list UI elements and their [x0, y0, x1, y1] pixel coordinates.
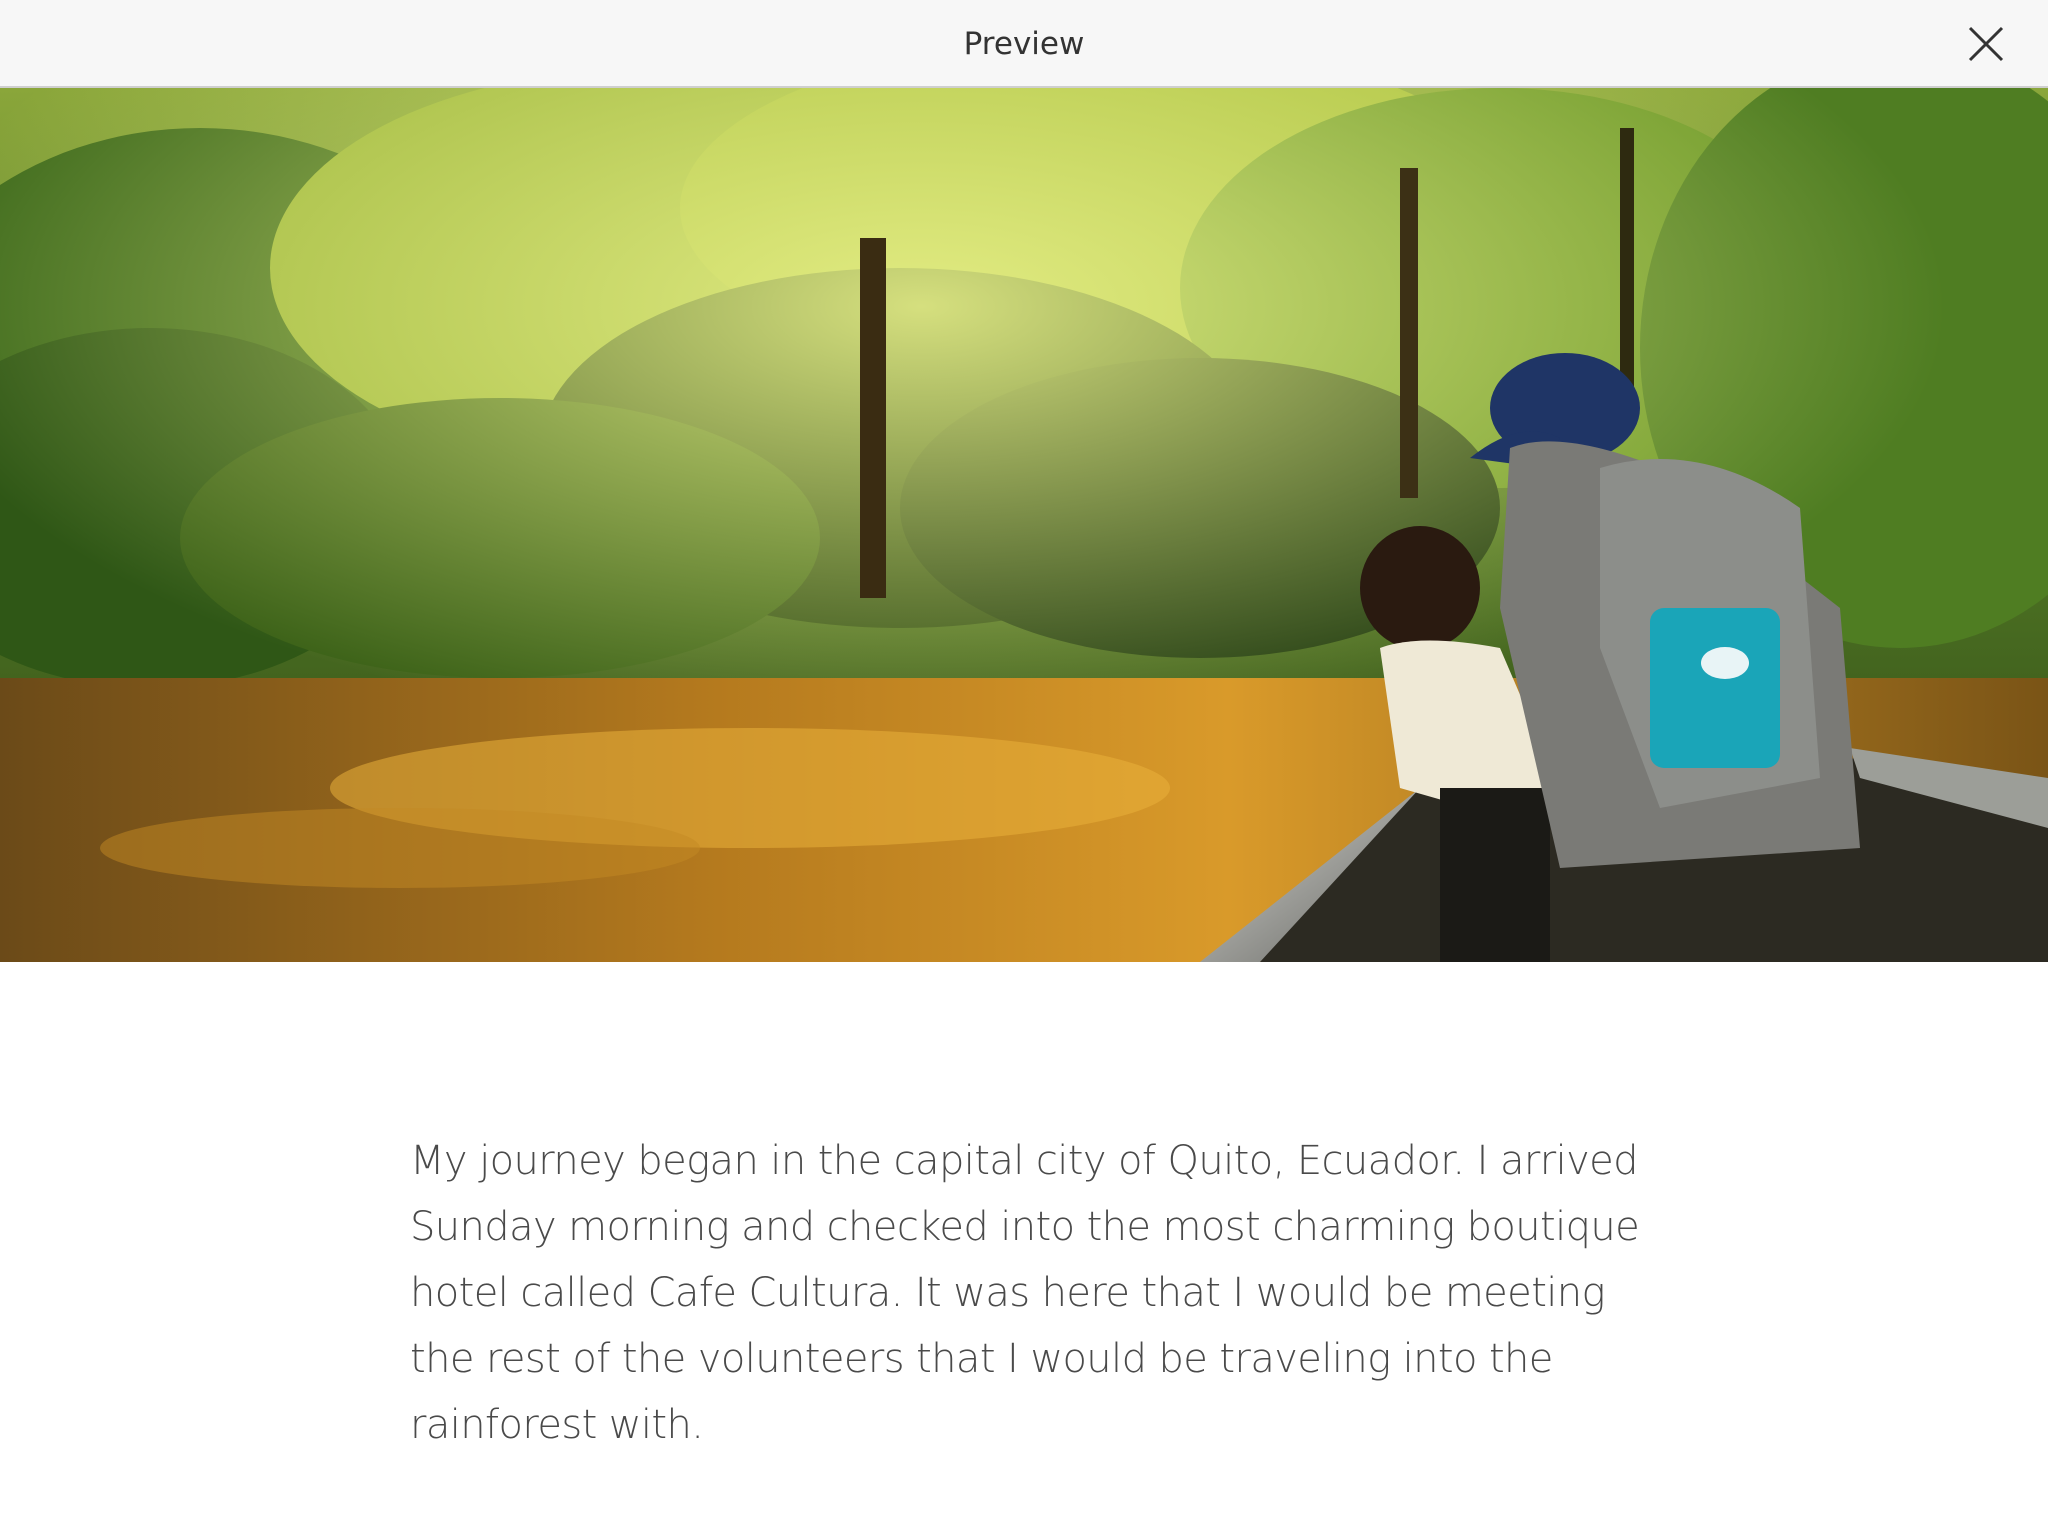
article-paragraph: My journey began in the capital city of …	[410, 1138, 1640, 1448]
preview-page: Preview My journey began in the capital …	[0, 0, 2048, 1536]
close-icon	[1968, 26, 2004, 62]
preview-header: Preview	[0, 0, 2048, 88]
close-button[interactable]	[1964, 22, 2008, 66]
page-title: Preview	[963, 26, 1085, 62]
hero-image	[0, 88, 2048, 962]
rainforest-canoe-photo	[0, 88, 2048, 962]
